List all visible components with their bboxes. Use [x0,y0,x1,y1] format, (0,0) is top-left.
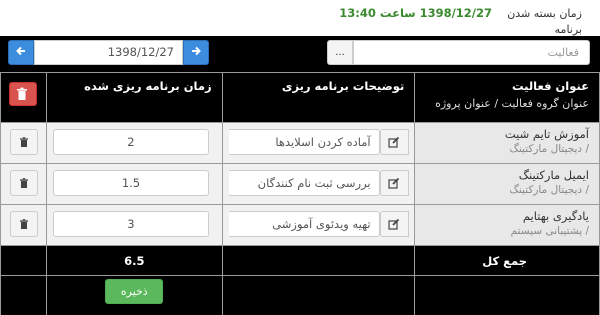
edit-description-button[interactable] [379,211,409,237]
save-spacer [0,275,47,315]
trash-icon [20,137,28,147]
description-text[interactable]: تهیه ویدئوی آموزشی [228,211,380,237]
description-cell: آماده کردن اسلایدها [221,122,416,164]
arrow-left-icon [16,45,26,60]
closing-label: زمان بسته شدن برنامه [507,7,582,36]
table-row: آموزش تایم شیت / دیجیتال مارکتینگ آماده … [0,122,600,164]
delete-row-button[interactable] [10,170,38,196]
col-time-header: زمان برنامه ریزی شده [45,72,223,123]
pencil-icon [388,218,400,230]
delete-row-button[interactable] [10,129,38,155]
activity-filter: ... فعالیت [327,40,590,65]
delete-all-cell [0,72,47,123]
col-title-subheader: عنوان گروه فعالیت / عنوان پروژه [435,97,589,110]
activity-group: / دیجیتال مارکتینگ [509,143,589,155]
delete-row-button[interactable] [10,211,38,237]
pencil-icon [388,177,400,189]
edit-description-button[interactable] [379,129,409,155]
save-cell: ذخیره [45,275,223,315]
col-title-header: عنوان فعالیت عنوان گروه فعالیت / عنوان پ… [414,72,600,123]
total-value: 6.5 [45,245,223,276]
trash-icon [17,87,28,100]
save-row: ذخیره [0,275,600,315]
activity-title-cell: یادگیری بهتایم / پشتیبانی سیستم [414,204,600,246]
save-button[interactable]: ذخیره [105,279,164,304]
trash-icon [20,178,28,188]
planned-time-input[interactable]: 3 [52,211,209,237]
arrow-right-icon [191,45,201,60]
prev-date-button[interactable] [8,40,34,65]
time-cell: 3 [45,204,223,246]
next-date-button[interactable] [183,40,209,65]
total-label: جمع کل [414,245,600,276]
plan-table: عنوان فعالیت عنوان گروه فعالیت / عنوان پ… [0,72,600,315]
date-input[interactable]: 1398/12/27 [34,40,183,65]
planned-time-input[interactable]: 2 [52,129,209,155]
activity-group: / پشتیبانی سیستم [510,225,589,237]
delete-cell [0,122,47,164]
total-row: جمع کل 6.5 [0,245,600,276]
activity-browse-button[interactable]: ... [327,40,353,65]
description-cell: تهیه ویدئوی آموزشی [221,204,416,246]
description-cell: بررسی ثبت نام کنندگان [221,163,416,205]
trash-icon [20,219,28,229]
table-row: یادگیری بهتایم / پشتیبانی سیستم تهیه وید… [0,204,600,246]
description-text[interactable]: آماده کردن اسلایدها [228,129,380,155]
delete-all-button[interactable] [9,81,38,106]
total-spacer [0,245,47,276]
col-desc-header: توضیحات برنامه ریزی [221,72,416,123]
closing-time: 1398/12/27 ساعت 13:40 [339,6,492,20]
filter-bar: 1398/12/27 ... فعالیت [0,36,600,72]
activity-group: / دیجیتال مارکتینگ [509,184,589,196]
table-row: ایمیل مارکتینگ / دیجیتال مارکتینگ بررسی … [0,163,600,205]
table-header: عنوان فعالیت عنوان گروه فعالیت / عنوان پ… [0,72,600,123]
edit-description-button[interactable] [379,170,409,196]
total-spacer [221,245,416,276]
activity-title-cell: آموزش تایم شیت / دیجیتال مارکتینگ [414,122,600,164]
activity-title: ایمیل مارکتینگ [518,168,589,182]
time-cell: 2 [45,122,223,164]
planned-time-input[interactable]: 1.5 [52,170,209,196]
activity-title: یادگیری بهتایم [522,209,589,223]
save-spacer [414,275,600,315]
delete-cell [0,163,47,205]
delete-cell [0,204,47,246]
save-spacer [221,275,416,315]
time-cell: 1.5 [45,163,223,205]
pencil-icon [388,136,400,148]
activity-title: آموزش تایم شیت [504,127,589,141]
header-bar: زمان بسته شدن برنامه 1398/12/27 ساعت 13:… [0,0,600,36]
activity-input[interactable]: فعالیت [353,40,590,65]
activity-title-cell: ایمیل مارکتینگ / دیجیتال مارکتینگ [414,163,600,205]
description-text[interactable]: بررسی ثبت نام کنندگان [228,170,380,196]
date-picker: 1398/12/27 [8,40,209,65]
